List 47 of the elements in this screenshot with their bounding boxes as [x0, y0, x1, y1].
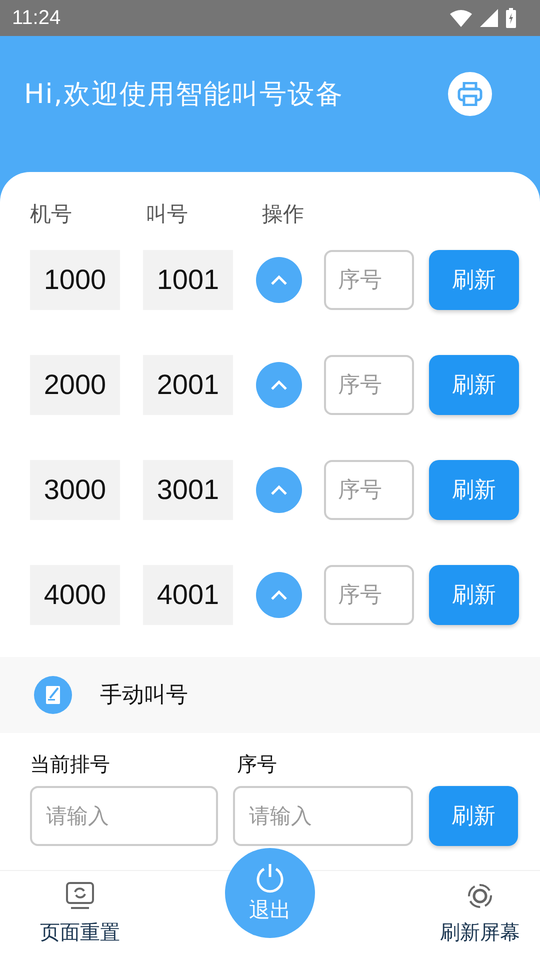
number-cell: 3001 [143, 460, 233, 520]
sequence-field[interactable]: 序号 [324, 565, 414, 625]
target-icon [465, 881, 495, 911]
field-label: 当前排号 [30, 751, 111, 778]
exit-button[interactable]: 退出 [225, 848, 315, 938]
column-header: 叫号 [146, 201, 189, 228]
status-time: 11:24 [12, 6, 61, 30]
column-header: 操作 [262, 201, 305, 228]
column-header: 机号 [30, 201, 73, 228]
input-field[interactable]: 请输入 [233, 786, 413, 846]
chevron-up-icon [270, 275, 288, 285]
number-cell: 1001 [143, 250, 233, 310]
wifi-icon [450, 9, 472, 27]
sequence-field[interactable]: 序号 [324, 355, 414, 415]
signal-icon [480, 9, 498, 27]
chevron-up-icon [270, 485, 288, 495]
input-field[interactable]: 请输入 [30, 786, 218, 846]
refresh-button[interactable]: 刷新 [429, 786, 518, 846]
monitor-refresh-icon [65, 881, 95, 911]
number-cell: 4001 [143, 565, 233, 625]
power-icon [254, 862, 286, 894]
chevron-up-icon [270, 590, 288, 600]
refresh-button[interactable]: 刷新 [429, 565, 519, 625]
refresh-button[interactable]: 刷新 [429, 460, 519, 520]
nav-item[interactable]: 页面重置 [40, 871, 120, 960]
chevron-up-icon [270, 380, 288, 390]
machine-cell: 1000 [30, 250, 120, 310]
sequence-field[interactable]: 序号 [324, 250, 414, 310]
printer-button[interactable] [448, 72, 492, 116]
sequence-field[interactable]: 序号 [324, 460, 414, 520]
nav-item[interactable]: 刷新屏幕 [440, 871, 520, 960]
up-button[interactable] [256, 257, 302, 303]
number-cell: 2001 [143, 355, 233, 415]
note-icon [34, 676, 72, 714]
machine-cell: 4000 [30, 565, 120, 625]
refresh-button[interactable]: 刷新 [429, 355, 519, 415]
field-label: 序号 [237, 751, 277, 778]
printer-icon [457, 82, 483, 106]
up-button[interactable] [256, 362, 302, 408]
header-title: Hi,欢迎使用智能叫号设备 [24, 78, 344, 112]
refresh-button[interactable]: 刷新 [429, 250, 519, 310]
up-button[interactable] [256, 467, 302, 513]
section-title: 手动叫号 [100, 682, 188, 710]
machine-cell: 2000 [30, 355, 120, 415]
machine-cell: 3000 [30, 460, 120, 520]
up-button[interactable] [256, 572, 302, 618]
battery-icon [506, 8, 516, 28]
